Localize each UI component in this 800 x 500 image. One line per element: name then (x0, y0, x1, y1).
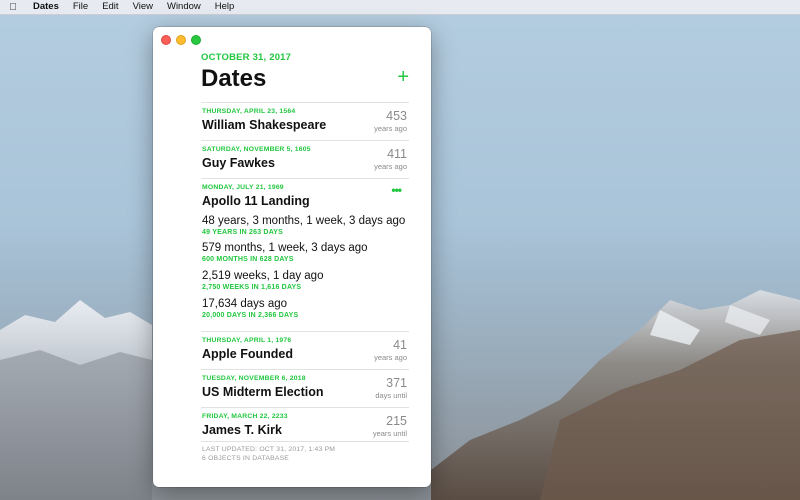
detail-sub: 600 MONTHS IN 628 DAYS (202, 256, 294, 263)
zoom-window-button[interactable] (191, 35, 201, 45)
detail-main: 17,634 days ago (202, 298, 288, 310)
today-date: OCTOBER 31, 2017 (201, 52, 292, 63)
item-name: James T. Kirk (202, 423, 282, 437)
item-date: FRIDAY, MARCH 22, 2233 (202, 413, 288, 420)
item-name: Guy Fawkes (202, 156, 275, 170)
menu-bar:  Dates File Edit View Window Help (0, 0, 800, 15)
item-name: William Shakespeare (202, 118, 327, 132)
more-options-button[interactable]: ••• (391, 183, 402, 197)
detail-sub: 49 YEARS IN 263 DAYS (202, 229, 284, 236)
list-item[interactable]: THURSDAY, APRIL 23, 1564 William Shakesp… (201, 102, 409, 140)
menu-window[interactable]: Window (160, 0, 208, 14)
list-item[interactable]: TUESDAY, NOVEMBER 6, 2018 US Midterm Ele… (201, 369, 409, 407)
item-name: Apollo 11 Landing (202, 194, 310, 208)
last-updated-text: LAST UPDATED: OCT 31, 2017, 1:43 PM (202, 446, 336, 453)
item-unit: days until (375, 391, 407, 400)
item-date: SATURDAY, NOVEMBER 5, 1605 (202, 146, 311, 153)
dates-list: THURSDAY, APRIL 23, 1564 William Shakesp… (201, 102, 409, 445)
list-item[interactable]: THURSDAY, APRIL 1, 1976 Apple Founded 41… (201, 331, 409, 369)
object-count-text: 6 OBJECTS IN DATABASE (202, 455, 290, 462)
item-value: 215 (386, 414, 407, 428)
item-date: MONDAY, JULY 21, 1969 (202, 184, 284, 191)
item-value: 41 (393, 338, 407, 352)
menu-app-name[interactable]: Dates (26, 0, 66, 14)
detail-years: 48 years, 3 months, 1 week, 3 days ago 4… (202, 215, 405, 236)
detail-main: 2,519 weeks, 1 day ago (202, 270, 324, 282)
menu-edit[interactable]: Edit (95, 0, 125, 14)
apple-icon[interactable]:  (0, 2, 26, 13)
item-unit: years ago (374, 353, 407, 362)
menu-file[interactable]: File (66, 0, 95, 14)
add-date-button[interactable]: + (397, 65, 409, 89)
menu-view[interactable]: View (126, 0, 160, 14)
item-value: 453 (386, 109, 407, 123)
detail-sub: 20,000 DAYS IN 2,366 DAYS (202, 312, 299, 319)
window-controls (161, 35, 201, 45)
detail-main: 48 years, 3 months, 1 week, 3 days ago (202, 215, 406, 227)
close-window-button[interactable] (161, 35, 171, 45)
detail-weeks: 2,519 weeks, 1 day ago 2,750 WEEKS IN 1,… (202, 270, 323, 291)
item-date: TUESDAY, NOVEMBER 6, 2018 (202, 375, 306, 382)
list-item-expanded[interactable]: MONDAY, JULY 21, 1969 Apollo 11 Landing … (201, 178, 409, 331)
item-date: THURSDAY, APRIL 1, 1976 (202, 337, 292, 344)
detail-sub: 2,750 WEEKS IN 1,616 DAYS (202, 284, 302, 291)
list-item[interactable]: FRIDAY, MARCH 22, 2233 James T. Kirk 215… (201, 407, 409, 445)
minimize-window-button[interactable] (176, 35, 186, 45)
detail-main: 579 months, 1 week, 3 days ago (202, 242, 368, 254)
dates-window: OCTOBER 31, 2017 Dates + THURSDAY, APRIL… (153, 27, 431, 487)
detail-months: 579 months, 1 week, 3 days ago 600 MONTH… (202, 242, 368, 263)
item-date: THURSDAY, APRIL 23, 1564 (202, 108, 296, 115)
page-title: Dates (201, 65, 267, 92)
item-name: Apple Founded (202, 347, 293, 361)
item-unit: years ago (374, 162, 407, 171)
list-item[interactable]: SATURDAY, NOVEMBER 5, 1605 Guy Fawkes 41… (201, 140, 409, 178)
item-unit: years until (372, 429, 407, 438)
item-value: 411 (387, 147, 407, 161)
footer-divider (201, 441, 409, 442)
item-name: US Midterm Election (202, 385, 324, 399)
item-unit: years ago (374, 124, 407, 133)
menu-help[interactable]: Help (208, 0, 242, 14)
detail-days: 17,634 days ago 20,000 DAYS IN 2,366 DAY… (202, 298, 298, 319)
footer: LAST UPDATED: OCT 31, 2017, 1:43 PM 6 OB… (202, 445, 335, 463)
item-value: 371 (386, 376, 407, 390)
